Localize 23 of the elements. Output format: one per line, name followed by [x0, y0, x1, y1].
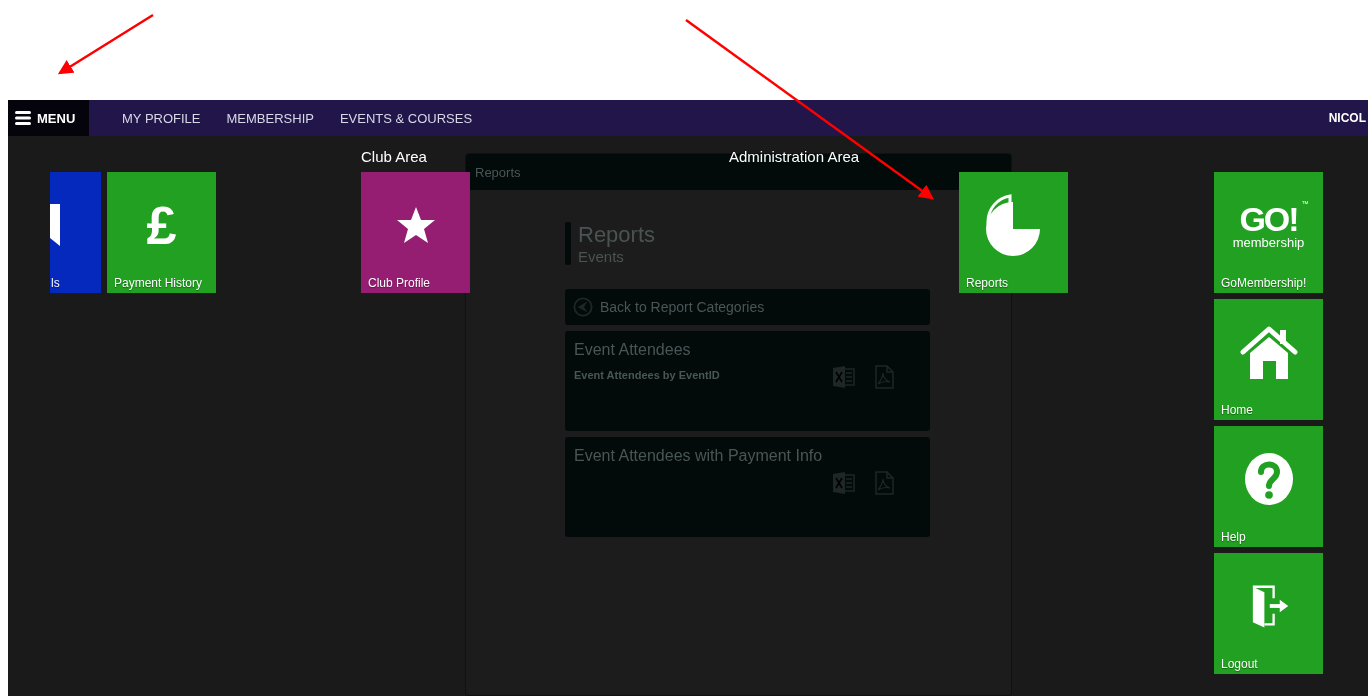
pdf-icon[interactable]	[872, 471, 896, 495]
user-name-link[interactable]: NICOL	[1328, 111, 1366, 125]
nav-link[interactable]: EVENTS & COURSES	[339, 110, 473, 126]
report-title: Event Attendees with Payment Info	[574, 447, 824, 465]
spreadsheet-icon[interactable]	[832, 471, 856, 495]
menu-tile[interactable]: Club Profile	[361, 172, 470, 293]
pie-chart-icon	[985, 194, 1042, 256]
nav-link[interactable]: MY PROFILE	[122, 110, 201, 126]
pound-icon: £	[146, 198, 177, 252]
house-icon	[1239, 325, 1298, 379]
star-icon	[395, 206, 436, 244]
menu-button[interactable]: MENU	[8, 100, 89, 136]
panel-header-title: Reports	[475, 164, 521, 180]
menu-tile[interactable]: ls	[50, 172, 101, 293]
section-heading: Administration Area	[729, 148, 860, 165]
menu-icon	[15, 111, 31, 125]
nav-link[interactable]: MEMBERSHIP	[226, 110, 314, 126]
report-description: Event Attendees by EventID	[574, 369, 720, 381]
help-icon	[1243, 452, 1294, 506]
report-title: Event Attendees	[574, 341, 692, 359]
spreadsheet-icon[interactable]	[832, 365, 856, 389]
section-heading: Club Area	[361, 148, 427, 165]
pdf-icon[interactable]	[872, 365, 896, 389]
